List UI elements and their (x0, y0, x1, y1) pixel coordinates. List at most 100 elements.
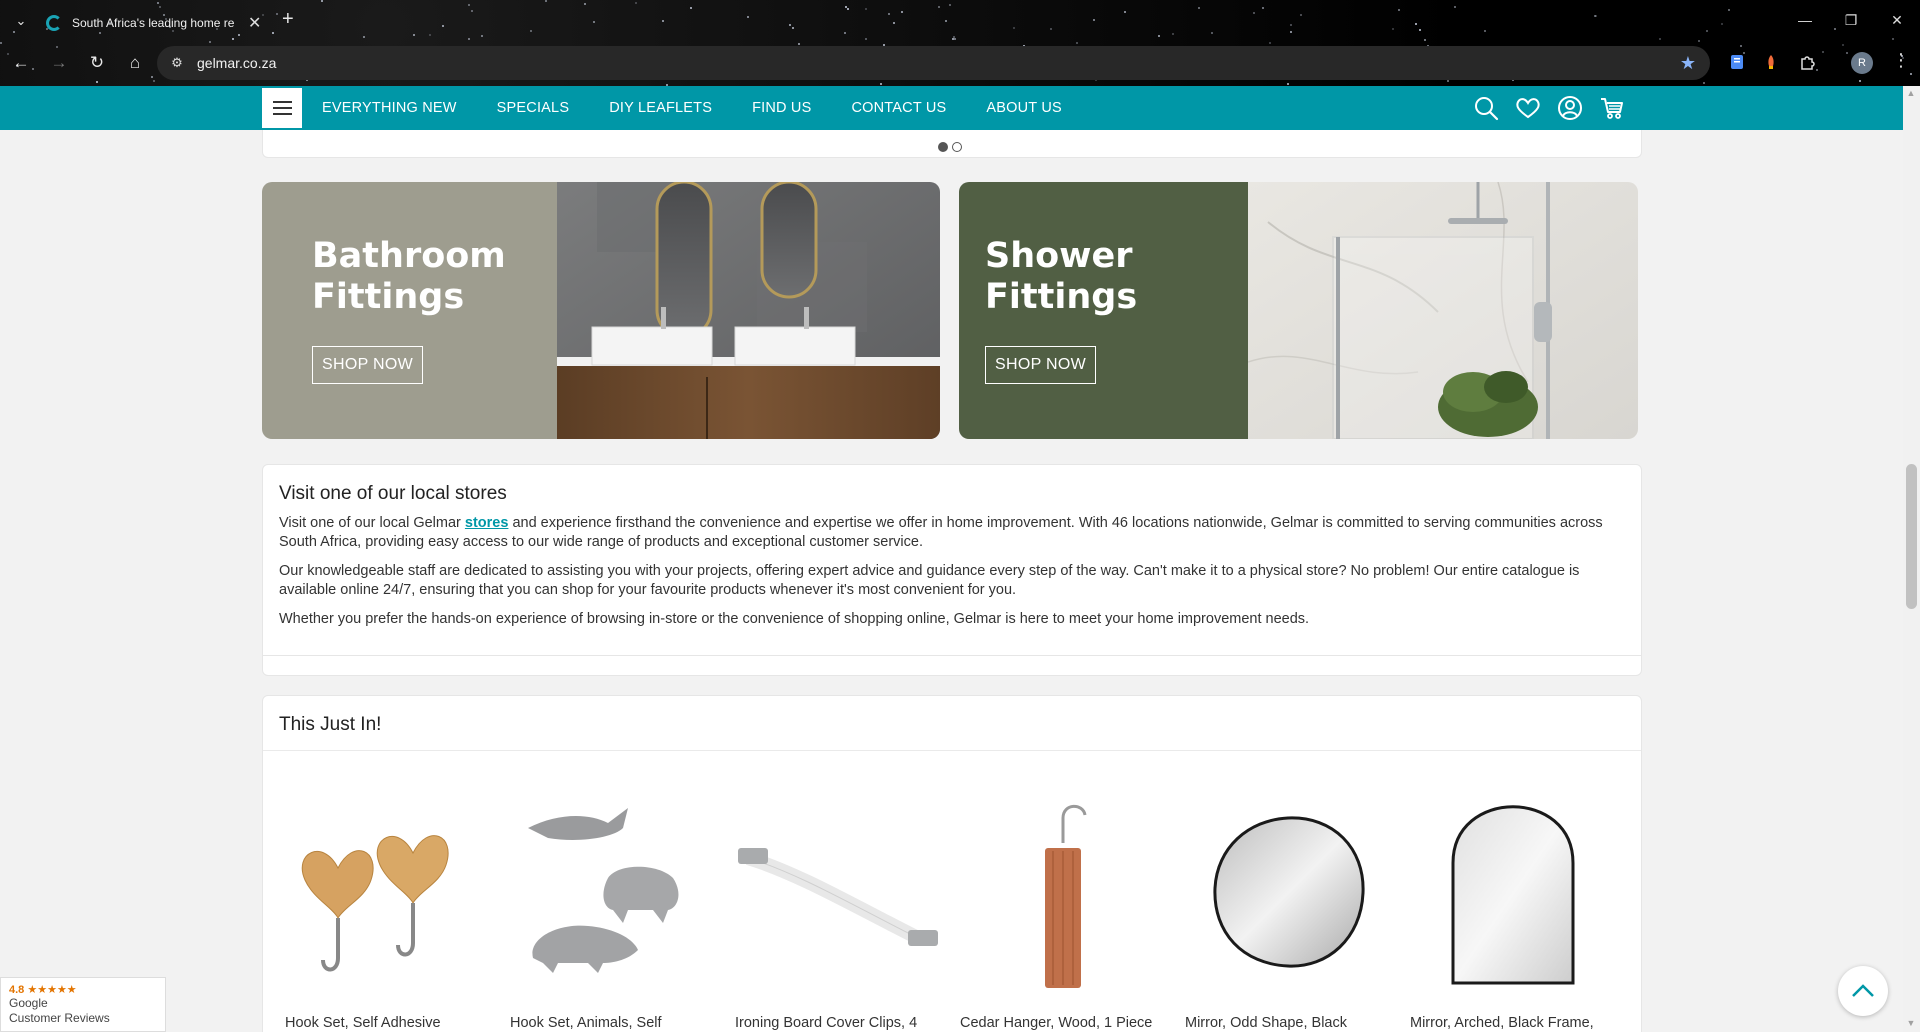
shower-shop-now-button[interactable]: SHOP NOW (985, 346, 1097, 384)
visit-stores-section: Visit one of our local stores Visit one … (262, 464, 1642, 676)
product-card[interactable]: Hook Set, Animals, Self (500, 790, 725, 1031)
rating-value: 4.8 (9, 984, 25, 996)
url-text[interactable]: gelmar.co.za (197, 55, 1680, 71)
account-icon[interactable] (1556, 94, 1584, 122)
product-name[interactable]: Ironing Board Cover Clips, 4 (735, 1015, 917, 1031)
product-image-heart-hooks[interactable] (285, 790, 490, 995)
scrollbar-thumb[interactable] (1906, 464, 1917, 609)
just-in-heading: This Just In! (279, 714, 382, 735)
scroll-up-arrow-icon[interactable]: ▲ (1905, 88, 1917, 98)
site-nav-bar: EVERYTHING NEW SPECIALS DIY LEAFLETS FIN… (0, 86, 1903, 130)
shower-title-line1: Shower (985, 236, 1133, 276)
section-divider (263, 750, 1641, 751)
menu-specials[interactable]: SPECIALS (497, 100, 570, 116)
rating-stars-icon: ★★★★★ (27, 984, 77, 996)
back-to-top-button[interactable] (1838, 966, 1888, 1016)
wishlist-heart-icon[interactable] (1514, 94, 1542, 122)
tab-strip: ⌄ South Africa's leading home re ✕ + — ❐… (0, 0, 1920, 40)
profile-avatar[interactable]: R (1851, 52, 1873, 74)
slider-dot-2[interactable] (952, 142, 962, 152)
tab-title: South Africa's leading home re (72, 16, 235, 30)
extension-doc-icon[interactable] (1725, 50, 1749, 74)
site-info-icon[interactable]: ⚙ (163, 49, 191, 77)
product-name[interactable]: Cedar Hanger, Wood, 1 Piece (960, 1015, 1152, 1031)
stores-link[interactable]: stores (465, 515, 509, 531)
browser-chrome: ⌄ South Africa's leading home re ✕ + — ❐… (0, 0, 1920, 86)
extensions-puzzle-icon[interactable] (1795, 50, 1819, 74)
browser-menu-icon[interactable]: ⋮ (1892, 50, 1910, 71)
reviews-label: Customer Reviews (9, 1011, 110, 1025)
scroll-down-arrow-icon[interactable]: ▼ (1905, 1018, 1917, 1028)
chevron-up-icon (1852, 984, 1874, 997)
bathroom-title-line2: Fittings (312, 277, 465, 317)
menu-contact-us[interactable]: CONTACT US (851, 100, 946, 116)
restore-icon[interactable]: ❐ (1828, 0, 1874, 40)
hamburger-menu-icon[interactable] (262, 88, 302, 128)
search-icon[interactable] (1472, 94, 1500, 122)
shower-banner-panel: Shower Fittings SHOP NOW (959, 182, 1248, 439)
product-card[interactable]: Hook Set, Self Adhesive (275, 790, 500, 1031)
browser-tab[interactable]: South Africa's leading home re ✕ (38, 6, 270, 40)
window-controls: — ❐ ✕ (1782, 0, 1920, 40)
product-name[interactable]: Mirror, Arched, Black Frame, (1410, 1015, 1594, 1031)
close-tab-icon[interactable]: ✕ (248, 13, 261, 33)
this-just-in-section: This Just In! Hook Set, Self Adhesive Ho… (262, 695, 1642, 1032)
tab-search-chevron-icon[interactable]: ⌄ (10, 10, 32, 32)
bathroom-title-line1: Bathroom (312, 236, 506, 276)
product-image-animal-hooks[interactable] (510, 790, 715, 995)
extension-rocket-icon[interactable] (1759, 50, 1783, 74)
browser-toolbar: ← → ↻ ⌂ ⚙ gelmar.co.za ★ R ⋮ (0, 44, 1920, 82)
minimize-icon[interactable]: — (1782, 0, 1828, 40)
home-icon[interactable]: ⌂ (118, 46, 152, 80)
bathroom-shop-now-button[interactable]: SHOP NOW (312, 346, 424, 384)
product-card[interactable]: Mirror, Odd Shape, Black (1175, 790, 1400, 1031)
close-window-icon[interactable]: ✕ (1874, 0, 1920, 40)
menu-diy-leaflets[interactable]: DIY LEAFLETS (609, 100, 712, 116)
visit-paragraph-1: Visit one of our local Gelmar stores and… (279, 514, 1629, 552)
bathroom-banner-title: Bathroom Fittings (312, 236, 506, 318)
new-tab-icon[interactable]: + (282, 8, 294, 31)
menu-about-us[interactable]: ABOUT US (986, 100, 1061, 116)
menu-everything-new[interactable]: EVERYTHING NEW (322, 100, 457, 116)
product-image-ironing-clips[interactable] (735, 790, 940, 995)
forward-icon[interactable]: → (42, 46, 76, 80)
section-divider (263, 655, 1641, 656)
menu-find-us[interactable]: FIND US (752, 100, 811, 116)
visit-stores-heading: Visit one of our local stores (279, 483, 507, 504)
review-rating: 4.8 ★★★★★ (9, 983, 157, 996)
bathroom-vanity-image (557, 182, 940, 439)
theme-star (1287, 82, 1290, 85)
visit-paragraph-2: Our knowledgeable staff are dedicated to… (279, 563, 1580, 598)
bathroom-fittings-banner[interactable]: Bathroom Fittings SHOP NOW (262, 182, 940, 439)
product-card[interactable]: Mirror, Arched, Black Frame, (1400, 790, 1625, 1031)
visit-paragraph-3: Whether you prefer the hands-on experien… (279, 611, 1310, 627)
reviews-source: Google (9, 996, 48, 1010)
product-name[interactable]: Mirror, Odd Shape, Black (1185, 1015, 1347, 1031)
address-bar[interactable]: ⚙ gelmar.co.za ★ (157, 46, 1710, 80)
shower-fittings-banner[interactable]: Shower Fittings SHOP NOW (959, 182, 1638, 439)
bathroom-banner-panel: Bathroom Fittings SHOP NOW (262, 182, 557, 439)
gelmar-favicon-icon (46, 15, 62, 31)
shower-image (1248, 182, 1638, 439)
back-icon[interactable]: ← (4, 46, 38, 80)
slider-dots (938, 142, 962, 152)
visit-p1-text-start: Visit one of our local Gelmar (279, 515, 465, 531)
product-card[interactable]: Cedar Hanger, Wood, 1 Piece (950, 790, 1175, 1031)
theme-star (1697, 40, 1700, 43)
slider-dot-1[interactable] (938, 142, 948, 152)
product-image-odd-mirror[interactable] (1185, 790, 1390, 995)
product-carousel: Hook Set, Self Adhesive Hook Set, Animal… (275, 790, 1631, 1031)
reload-icon[interactable]: ↻ (80, 46, 114, 80)
bookmark-star-icon[interactable]: ★ (1680, 53, 1696, 74)
product-name[interactable]: Hook Set, Self Adhesive (285, 1015, 441, 1031)
nav-icon-group (1472, 94, 1626, 122)
cart-icon[interactable] (1598, 94, 1626, 122)
theme-star (880, 83, 883, 86)
shower-banner-title: Shower Fittings (985, 236, 1137, 318)
google-reviews-badge[interactable]: 4.8 ★★★★★ Google Customer Reviews (0, 977, 166, 1032)
product-image-cedar-hanger[interactable] (960, 790, 1165, 995)
shower-title-line2: Fittings (985, 277, 1138, 317)
product-card[interactable]: Ironing Board Cover Clips, 4 (725, 790, 950, 1031)
product-image-arched-mirror[interactable] (1410, 790, 1615, 995)
product-name[interactable]: Hook Set, Animals, Self (510, 1015, 662, 1031)
